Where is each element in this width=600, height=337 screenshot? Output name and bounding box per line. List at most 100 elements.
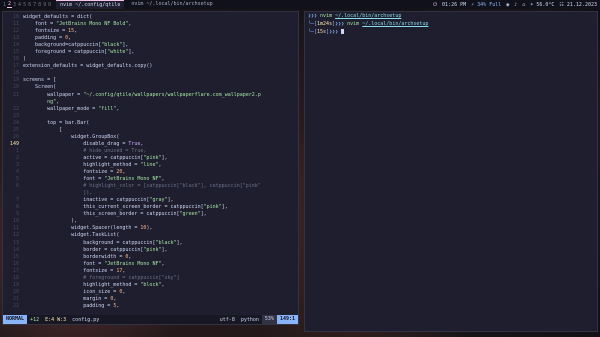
code-token: highlight_method = xyxy=(23,161,141,168)
code-line[interactable]: ng", xyxy=(3,99,300,106)
code-token: borderwidth = xyxy=(23,253,126,260)
code-line[interactable]: 23 xyxy=(3,113,300,120)
code-token: widget.GroupBox( xyxy=(23,133,120,140)
code-token: extension_defaults = widget_defaults.cop… xyxy=(23,63,153,70)
line-number: 10 xyxy=(12,14,19,20)
code-token: [ xyxy=(23,126,63,133)
code-line[interactable]: 18 # foreground = catppuccin["sky"] xyxy=(3,275,300,282)
code-line[interactable]: 21 margin = 0, xyxy=(3,296,300,303)
code-token: , xyxy=(161,176,165,183)
code-line[interactable]: 2 active = catppuccin["pink"], xyxy=(3,155,300,162)
code-token: foreground = catppuccin[ xyxy=(23,49,108,56)
cursor-position: 149:1 xyxy=(276,315,298,324)
line-number xyxy=(3,99,23,106)
code-buffer[interactable]: 10 widget_defaults = dict(11 font = "JetB… xyxy=(3,14,300,315)
group-0[interactable]: 0 xyxy=(47,2,52,8)
line-number: 149 xyxy=(9,140,19,147)
code-line[interactable]: 15 borderwidth = 0, xyxy=(3,254,300,261)
code-token: wallpaper_mode = xyxy=(23,105,99,112)
code-token: ], xyxy=(221,204,228,211)
code-line[interactable]: 13 background = catppuccin["black"], xyxy=(3,240,300,247)
code-token: "JetBrains Mono NF" xyxy=(104,260,162,267)
code-token: font = xyxy=(23,260,105,267)
line-number: 19 xyxy=(12,77,19,84)
code-line[interactable]: 19 highlight_method = "block", xyxy=(3,282,300,289)
status-widgets: ⏻ 01:26 PM ⚡ 34% Full ◉ ♪ ⌂ ☀ 56.0°C ☷ 21.12.20… xyxy=(433,2,600,8)
encoding: utf-8 xyxy=(219,316,235,323)
code-line[interactable]: 5 font = "JetBrains Mono NF", xyxy=(3,176,300,183)
nvim-editor-window[interactable]: 10 widget_defaults = dict(11 font = "JetB… xyxy=(2,11,299,325)
prompt: ]❯❯❯ xyxy=(332,21,348,27)
code-line[interactable]: 10 ), xyxy=(3,218,300,225)
code-token: ], xyxy=(200,211,207,218)
code-line[interactable]: 16 font = "JetBrains Mono NF", xyxy=(3,261,300,268)
code-line[interactable]: 11 widget.Spacer(length = 10), xyxy=(3,225,300,232)
code-line[interactable]: 10 widget_defaults = dict( xyxy=(3,14,300,21)
code-line[interactable]: 1 # hide_unused = True, xyxy=(3,148,300,155)
code-line[interactable]: 18 xyxy=(3,70,300,77)
code-line[interactable]: ]), xyxy=(3,190,300,197)
code-line[interactable]: 12 fontsize = 15, xyxy=(3,28,300,35)
code-line[interactable]: 13 padding = 0, xyxy=(3,35,300,42)
code-line[interactable]: 22 padding = 5, xyxy=(3,303,300,310)
code-token: "JetBrains Mono NF" xyxy=(104,176,162,183)
code-token: , xyxy=(74,28,78,35)
task-item[interactable]: nvim ~/.local/bin/archsetup xyxy=(127,0,216,9)
code-token: , xyxy=(116,105,120,112)
task-item[interactable]: nvim ~/.config/qtile xyxy=(56,0,125,9)
code-line[interactable]: 8 this_current_screen_border = catppucci… xyxy=(3,204,300,211)
code-token: # foreground = catppuccin["sky"] xyxy=(23,274,180,281)
line-number: 15 xyxy=(12,49,19,56)
code-line[interactable]: 149 disable_drag = True, xyxy=(3,141,300,148)
command-duration: 1m24s xyxy=(317,21,333,27)
code-token: this_screen_border = catppuccin[ xyxy=(23,211,180,218)
line-number xyxy=(3,190,23,197)
code-line[interactable]: 17 fontsize = 17, xyxy=(3,268,300,275)
line-number: 22 xyxy=(12,302,19,309)
status-widget: ☀ 56.0°C xyxy=(530,1,555,8)
line-number: 6 xyxy=(15,183,19,190)
command-path[interactable]: ~/.local/bin/archsetup xyxy=(335,13,401,19)
code-token: border = catppuccin[ xyxy=(23,246,144,253)
nvim-statusline: NORMAL +12 E:4 W:3 config.py utf-8 pytho… xyxy=(3,315,298,324)
command-path[interactable]: ~/.local/bin/archsetup xyxy=(362,21,428,27)
code-line[interactable]: 11 font = "JetBrains Mono NF Bold", xyxy=(3,21,300,28)
code-line[interactable]: 21 wallpaper = "~/.config/qtile/wallpape… xyxy=(3,92,300,99)
code-line[interactable]: 19 screens = [ xyxy=(3,77,300,84)
code-line[interactable]: 3 highlight_method = "line", xyxy=(3,162,300,169)
code-token: screens = [ xyxy=(23,77,57,84)
line-number: 19 xyxy=(12,281,19,288)
status-widget: ⏻ xyxy=(433,1,438,8)
terminal-window[interactable]: ❯❯❯ nvim ~/.local/bin/archsetup ╰─[1m24s]… xyxy=(304,11,598,332)
line-number: 13 xyxy=(12,239,19,246)
code-line[interactable]: 20 icon_size = 0, xyxy=(3,289,300,296)
code-line[interactable]: 9 this_screen_border = catppuccin["green… xyxy=(3,211,300,218)
code-token: "green" xyxy=(179,211,201,218)
code-line[interactable]: 22 wallpaper_mode = "fill", xyxy=(3,106,300,113)
code-line[interactable]: 6 # highlight_color = [catppuccin["black… xyxy=(3,183,300,190)
code-line[interactable]: 25 [ xyxy=(3,127,300,134)
code-token: , xyxy=(116,302,120,309)
code-line[interactable]: 7 inactive = catppuccin["gray"], xyxy=(3,197,300,204)
code-line[interactable]: 12 widget.TaskList( xyxy=(3,232,300,239)
code-token: fontsize = xyxy=(23,169,117,176)
code-line[interactable]: 26 widget.GroupBox( xyxy=(3,134,300,141)
scroll-percent: 53% xyxy=(261,315,277,324)
code-line[interactable]: 15 foreground = catppuccin["white"], xyxy=(3,49,300,56)
code-line[interactable]: 14 border = catppuccin["pink"], xyxy=(3,247,300,254)
code-token: , xyxy=(122,169,126,176)
code-line[interactable]: 14 background=catppuccin["black"], xyxy=(3,42,300,49)
code-line[interactable]: 4 fontsize = 20, xyxy=(3,169,300,176)
code-token: font = xyxy=(23,21,57,28)
line-number: 20 xyxy=(12,288,19,295)
diagnostics: E:4 W:3 xyxy=(45,316,67,323)
code-line[interactable]: 20 Screen( xyxy=(3,84,300,91)
code-token: , xyxy=(68,35,72,42)
code-line[interactable]: 24 top = bar.Bar( xyxy=(3,120,300,127)
line-number: 12 xyxy=(12,28,19,35)
status-widget: ⌂ xyxy=(522,1,526,8)
code-line[interactable]: 16) xyxy=(3,56,300,63)
mode-indicator: NORMAL xyxy=(3,315,28,324)
code-token: ], xyxy=(176,239,183,246)
code-line[interactable]: 17 extension_defaults = widget_defaults.c… xyxy=(3,63,300,70)
